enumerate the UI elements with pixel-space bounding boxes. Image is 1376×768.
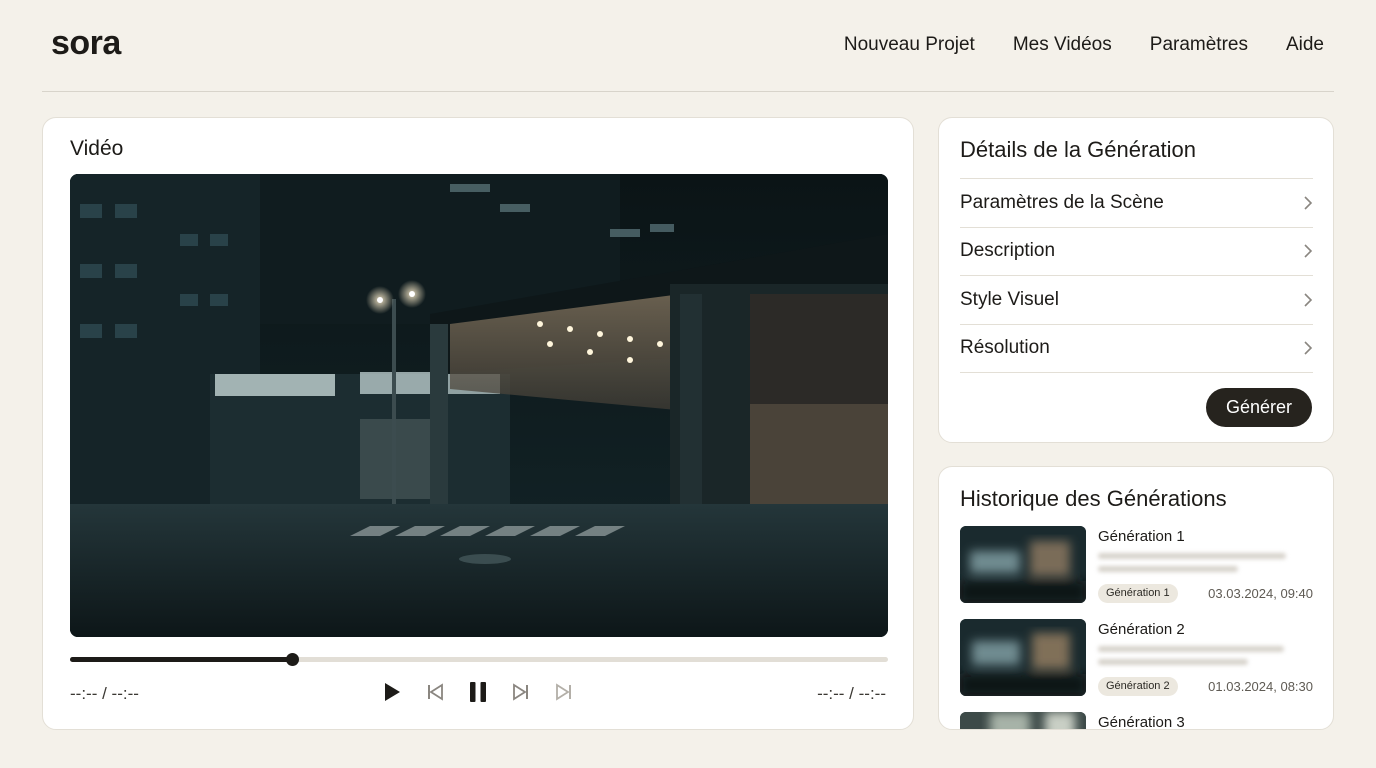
thumbnail-image: [960, 712, 1086, 729]
history-item-description-blurred: [1098, 659, 1248, 665]
history-item-name: Génération 3: [1098, 714, 1185, 730]
generation-details-panel: Détails de la Génération Paramètres de l…: [938, 117, 1334, 443]
skip-forward-icon: [513, 683, 528, 701]
play-icon: [385, 683, 400, 701]
skip-back-icon: [428, 683, 443, 701]
video-panel: Vidéo --:-- / --:-- --:-- / --:--: [42, 117, 914, 730]
chevron-right-icon: [1304, 341, 1313, 355]
generation-history-title: Historique des Générations: [960, 486, 1227, 511]
chevron-right-icon: [1304, 293, 1313, 307]
generation-history-panel: Historique des Générations Génération 1 …: [938, 466, 1334, 730]
top-bar: sora Nouveau Projet Mes Vidéos Paramètre…: [42, 0, 1334, 92]
detail-label: Résolution: [960, 337, 1050, 359]
detail-label: Paramètres de la Scène: [960, 191, 1164, 213]
detail-label: Style Visuel: [960, 288, 1059, 310]
history-thumbnail[interactable]: [960, 712, 1086, 729]
detail-description[interactable]: Description: [960, 228, 1313, 276]
chevron-right-icon: [1304, 244, 1313, 258]
time-total: --:-- / --:--: [817, 684, 886, 703]
video-progress-fill: [70, 657, 293, 662]
play-button[interactable]: [380, 680, 404, 704]
skip-back-button[interactable]: [423, 680, 447, 704]
video-progress-handle[interactable]: [286, 653, 300, 666]
generation-details-list: Paramètres de la Scène Description Style…: [960, 178, 1313, 373]
sora-logo[interactable]: sora: [51, 24, 121, 63]
detail-resolution[interactable]: Résolution: [960, 325, 1313, 373]
history-item-description-blurred: [1098, 646, 1284, 652]
thumbnail-image: [960, 526, 1086, 603]
chevron-right-icon: [1304, 196, 1313, 210]
skip-end-button[interactable]: [552, 680, 576, 704]
skip-forward-button[interactable]: [509, 680, 533, 704]
nav-my-videos[interactable]: Mes Vidéos: [1013, 34, 1112, 56]
video-frame-image: [70, 174, 888, 637]
pause-button[interactable]: [466, 680, 490, 704]
history-item[interactable]: Génération 1 Génération 1 03.03.2024, 09…: [960, 526, 1313, 604]
thumbnail-image: [960, 619, 1086, 696]
history-item-name: Génération 2: [1098, 621, 1185, 638]
history-item-date: 01.03.2024, 08:30: [1208, 679, 1313, 694]
history-item-badge: Génération 1: [1098, 584, 1178, 603]
main-nav: Nouveau Projet Mes Vidéos Paramètres Aid…: [844, 34, 1324, 56]
video-progress-bar[interactable]: [70, 653, 888, 666]
time-elapsed: --:-- / --:--: [70, 684, 139, 703]
video-panel-title: Vidéo: [70, 137, 124, 160]
history-item-description-blurred: [1098, 553, 1286, 559]
history-item-date: 03.03.2024, 09:40: [1208, 586, 1313, 601]
history-item-description-blurred: [1098, 566, 1238, 572]
detail-visual-style[interactable]: Style Visuel: [960, 276, 1313, 325]
detail-scene-parameters[interactable]: Paramètres de la Scène: [960, 179, 1313, 228]
nav-new-project[interactable]: Nouveau Projet: [844, 34, 975, 56]
history-thumbnail[interactable]: [960, 526, 1086, 603]
generate-button[interactable]: Générer: [1206, 388, 1312, 427]
history-thumbnail[interactable]: [960, 619, 1086, 696]
playback-controls: [380, 680, 576, 704]
history-item[interactable]: Génération 2 Génération 2 01.03.2024, 08…: [960, 619, 1313, 697]
history-item-name: Génération 1: [1098, 528, 1185, 545]
skip-end-icon: [556, 683, 571, 701]
video-player[interactable]: [70, 174, 888, 637]
history-item[interactable]: Génération 3: [960, 712, 1313, 730]
nav-help[interactable]: Aide: [1286, 34, 1324, 56]
generation-details-title: Détails de la Génération: [960, 137, 1197, 162]
detail-label: Description: [960, 240, 1056, 262]
pause-icon: [470, 682, 486, 702]
history-item-badge: Génération 2: [1098, 677, 1178, 696]
nav-settings[interactable]: Paramètres: [1150, 34, 1248, 56]
